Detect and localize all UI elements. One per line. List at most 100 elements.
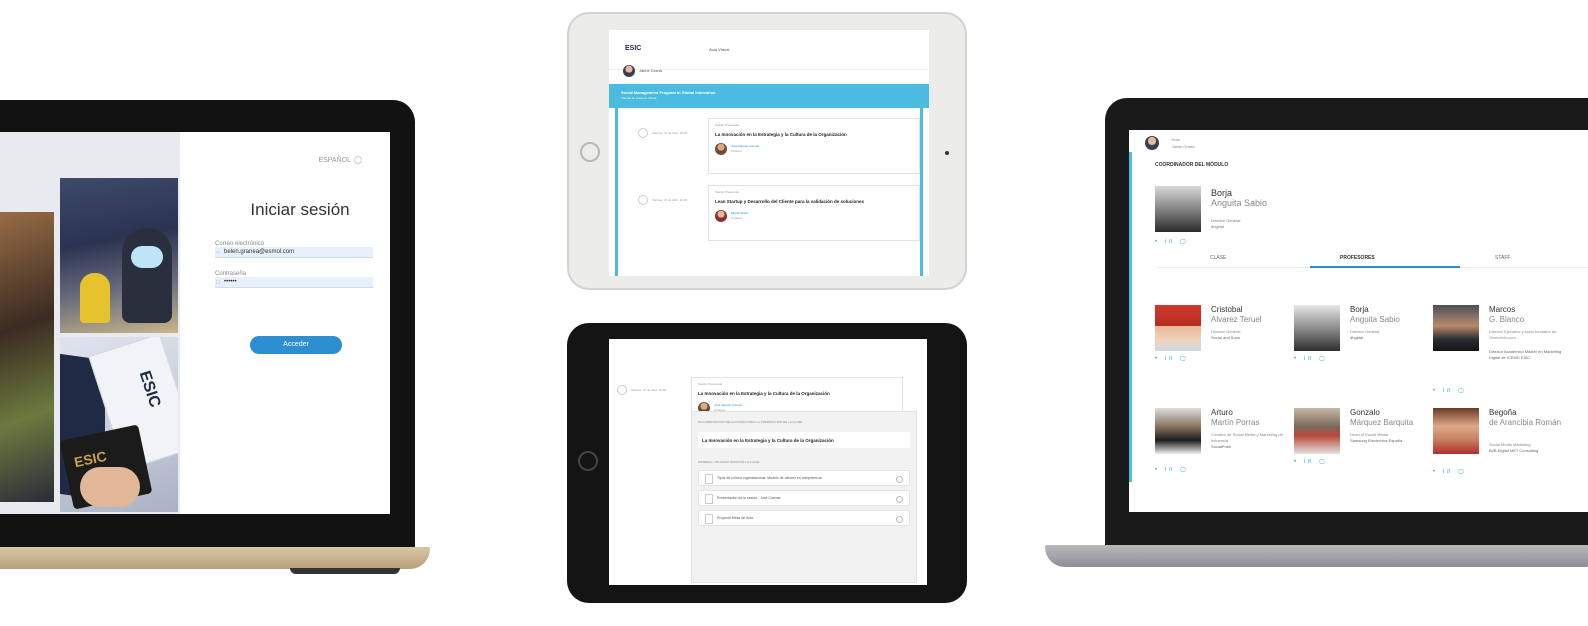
materials-header: MATERIAL UTILIZADO DURANTE LA CLASE (698, 460, 760, 464)
documents-header: DOCUMENTACIÓN RELACIONADA PARA LA PREPAR… (698, 420, 803, 424)
material-item[interactable]: Presentación de la sesión - José Cuevas (698, 490, 910, 506)
professor-company: B2B Digital MKT Consulting (1489, 448, 1539, 453)
login-panel: ESPAÑOL Iniciar sesión Correo electrónic… (190, 132, 390, 514)
professor-company: Samsung Electronics España (1350, 438, 1403, 443)
professor-card[interactable]: Arturo Martín Porras Creativo de Social … (1155, 408, 1295, 478)
laptop-right: Hola Jaime Grana COORDINADOR DEL MÓDULO B… (1045, 98, 1588, 578)
auditorium-photo (60, 178, 178, 333)
professor-card[interactable]: Begoña de Arancibia Román Social Media M… (1433, 408, 1573, 478)
language-selector[interactable]: ESPAÑOL (318, 156, 362, 164)
program-subtitle: Tutorial de Campus Virtual (621, 96, 657, 100)
professor-card[interactable]: Borja Anguita Sabio Director General dhg… (1294, 305, 1434, 375)
login-title: Iniciar sesión (250, 200, 350, 219)
tab-clase[interactable]: CLASE (1210, 255, 1226, 261)
laptop-base (0, 547, 430, 569)
tablet-top-screen: ESIC Aula Virtual Jaime Grana Social Man… (609, 30, 929, 276)
program-banner: Social Management Program in Global Inno… (609, 84, 929, 108)
professor-first-name: Gonzalo (1350, 408, 1380, 417)
material-item[interactable]: Tipos de cultura organizacional. Modelo … (698, 470, 910, 486)
coordinator-first-name: Borja (1211, 188, 1233, 198)
social-icons[interactable]: • in ▢ (1155, 466, 1189, 473)
professor-last-name: Martín Porras (1211, 418, 1260, 427)
program-title: Social Management Program in Global Inno… (621, 90, 716, 95)
session-title: La Innovación en la Estrategia y la Cult… (715, 132, 847, 137)
social-icons[interactable]: • in ▢ (1155, 355, 1189, 362)
teacher-avatar (715, 143, 727, 155)
teacher-name[interactable]: José Manuel Cuevas (731, 144, 759, 148)
brand-materials-photo: ESIC ESIC (60, 337, 178, 512)
coordinator-last-name: Anguita Sabio (1211, 198, 1268, 208)
social-icons[interactable]: • in ▢ (1433, 387, 1467, 394)
campus-label[interactable]: Aula Virtual (709, 47, 729, 52)
professor-last-name: Alvarez Teruel (1211, 315, 1262, 324)
user-icon: ○ (216, 250, 220, 256)
teacher-avatar (715, 210, 727, 222)
teacher-role: Profesor (731, 149, 743, 153)
tabs: CLASE PROFESORES STAFF (1155, 252, 1588, 268)
password-value: •••••• (224, 279, 237, 285)
session-date: Viernes, 07 de Abril, 10:00 (638, 128, 687, 138)
professor-first-name: Borja (1350, 305, 1369, 314)
professors-screen: Hola Jaime Grana COORDINADOR DEL MÓDULO B… (1129, 130, 1588, 512)
social-icons[interactable]: • in ▢ (1294, 458, 1328, 465)
device-showcase: ESIC ESIC ESPAÑOL Iniciar sesión Correo … (0, 0, 1588, 626)
avatar (623, 64, 635, 77)
tablet-bottom-screen: Viernes, 07 de Abril, 10:00 Sesión Prese… (609, 339, 927, 585)
professor-last-name: G. Blanco (1489, 315, 1525, 324)
coordinator-photo (1155, 186, 1201, 232)
password-field[interactable]: Contraseña □ •••••• (215, 271, 373, 288)
email-field[interactable]: Correo electrónico ○ belen.granea@esmol.c… (215, 241, 373, 258)
teacher-name[interactable]: Miguel Plaza (731, 211, 748, 215)
photo-collage: ESIC ESIC (0, 132, 180, 514)
professor-card[interactable]: Marcos G. Blanco Director Ejecutivo y so… (1433, 305, 1573, 394)
professor-photo (1433, 305, 1479, 351)
professor-company: dhgbtal (1350, 335, 1364, 340)
user-menu[interactable]: Jaime Grana (623, 62, 662, 80)
session-title: La Innovación en la Estrategia y la Cult… (698, 391, 830, 396)
session-card[interactable]: Sesión Presencial La Innovación en la Es… (708, 118, 920, 174)
professor-last-name: Anguita Sabio (1350, 315, 1400, 324)
tab-staff[interactable]: STAFF (1495, 255, 1510, 261)
material-item[interactable]: Proyecto Mesa de Aula (698, 510, 910, 526)
language-label: ESPAÑOL (318, 156, 351, 164)
social-icons[interactable]: • in ▢ (1294, 355, 1328, 362)
professor-last-name: Márquez Barquita (1350, 418, 1414, 427)
professor-first-name: Marcos (1489, 305, 1516, 314)
app-header: ESIC Aula Virtual Jaime Grana (609, 30, 929, 77)
user-name: Jaime Grana (639, 68, 662, 74)
professor-card[interactable]: Gonzalo Márquez Barquita Head of Social … (1294, 408, 1434, 478)
user-name: Jaime Grana (1171, 143, 1195, 149)
globe-icon (354, 156, 362, 164)
teacher-role: Profesor (731, 216, 743, 220)
professor-photo (1155, 305, 1201, 351)
home-button (580, 142, 600, 162)
active-tab-indicator (1310, 266, 1460, 268)
social-icons[interactable]: • in ▢ (1155, 238, 1189, 245)
session-type: Sesión Presencial (698, 382, 723, 386)
professor-company: Director Académico Máster en Marketing D… (1489, 349, 1562, 360)
coordinator-title: COORDINADOR DEL MÓDULO (1155, 162, 1229, 168)
professor-first-name: Begoña (1489, 408, 1517, 417)
avatar (1145, 135, 1159, 150)
home-button (578, 451, 598, 471)
social-icons[interactable]: • in ▢ (1433, 468, 1467, 475)
laptop-left: ESIC ESIC ESPAÑOL Iniciar sesión Correo … (0, 100, 430, 580)
user-greeting: Hola (1171, 136, 1180, 142)
professor-card[interactable]: Cristobal Alvarez Teruel Director Genera… (1155, 305, 1295, 375)
session-date: Viernes, 07 de Abril, 16:00 (638, 195, 687, 205)
professor-role: Creativo de Social Media y Marketing de … (1211, 432, 1283, 443)
professor-photo (1155, 408, 1201, 454)
professor-company: Social and Sons (1211, 335, 1240, 340)
tab-profesores[interactable]: PROFESORES (1340, 255, 1375, 261)
user-menu[interactable]: Hola Jaime Grana (1145, 134, 1194, 152)
tablet-white: ESIC Aula Virtual Jaime Grana Social Man… (567, 12, 967, 290)
session-date: Viernes, 07 de Abril, 10:00 (617, 385, 666, 395)
sessions-list: Viernes, 07 de Abril, 10:00 Sesión Prese… (615, 108, 923, 276)
professor-photo (1294, 408, 1340, 454)
session-card[interactable]: Sesión Presencial Lean Startup y Desarro… (708, 185, 920, 241)
teacher-name[interactable]: José Manuel Cuevas (714, 403, 742, 407)
login-button[interactable]: Acceder (250, 336, 342, 354)
document-highlight[interactable]: La Innovación en la Estrategia y la Cult… (698, 432, 910, 448)
documents-panel: DOCUMENTACIÓN RELACIONADA PARA LA PREPAR… (691, 411, 917, 583)
professor-photo (1433, 408, 1479, 454)
